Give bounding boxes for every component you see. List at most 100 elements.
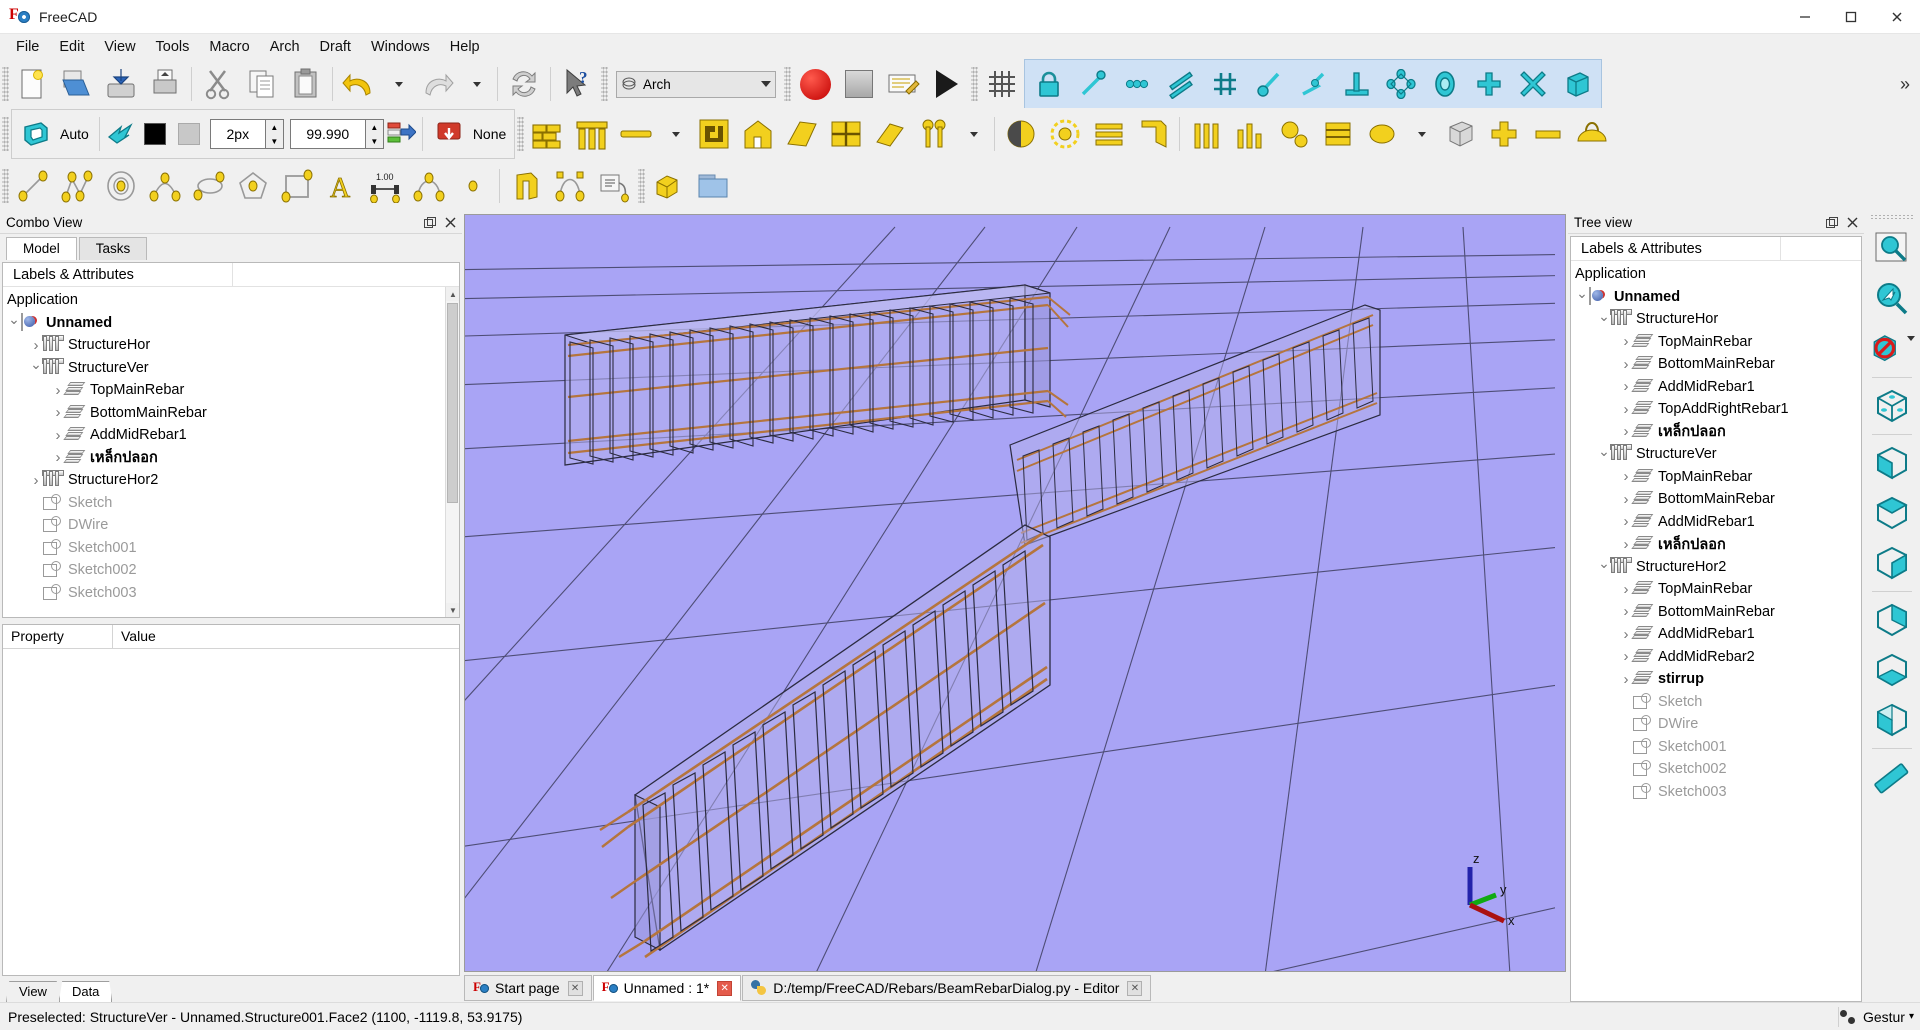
fit-all-button[interactable] — [1869, 224, 1915, 274]
scroll-up-arrow[interactable]: ▲ — [446, 287, 459, 301]
chevron-right-icon[interactable] — [51, 449, 65, 466]
draft-bspline-button[interactable] — [407, 164, 451, 208]
left-view-button[interactable] — [1869, 695, 1915, 745]
arch-truss-button[interactable] — [1228, 112, 1272, 156]
part-tools-grip[interactable] — [638, 169, 645, 203]
draft-snap-grip[interactable] — [2, 117, 9, 151]
macro-execute-button[interactable] — [925, 62, 969, 106]
toggle-grid-button[interactable] — [980, 62, 1024, 106]
arch-wall-button[interactable] — [526, 112, 570, 156]
tab-start-page[interactable]: F Start page ✕ — [464, 975, 592, 1001]
combo-view-tree-body[interactable]: Application Unnamed StructureHor Structure… — [3, 287, 459, 617]
arch-box-button[interactable] — [1438, 112, 1482, 156]
redo-button[interactable] — [415, 62, 459, 106]
float-panel-icon[interactable] — [1824, 215, 1840, 231]
fit-selection-button[interactable] — [1869, 274, 1915, 324]
tree-item-structurehor[interactable]: StructureHor — [1571, 308, 1861, 331]
maximize-button[interactable] — [1828, 0, 1874, 34]
arch-add-button[interactable] — [1482, 112, 1526, 156]
arch-frame-button[interactable] — [1131, 112, 1175, 156]
draft-rectangle-button[interactable] — [275, 164, 319, 208]
float-panel-icon[interactable] — [422, 215, 438, 231]
arch-pipe-dropdown[interactable] — [956, 112, 990, 156]
constrain-coincident-button[interactable] — [1071, 62, 1115, 106]
chevron-down-icon[interactable] — [7, 314, 21, 331]
chevron-right-icon[interactable] — [1619, 468, 1633, 485]
redo-dropdown[interactable] — [459, 62, 493, 106]
tab-model[interactable]: Model — [6, 237, 77, 260]
draft-dimension-button[interactable]: 1.00 — [363, 164, 407, 208]
chevron-right-icon[interactable] — [1619, 671, 1633, 688]
tree-item-structurehor2[interactable]: StructureHor2 — [1571, 556, 1861, 579]
refresh-button[interactable] — [502, 62, 546, 106]
chevron-right-icon[interactable] — [1619, 423, 1633, 440]
face-color-swatch[interactable] — [172, 112, 206, 156]
tree-item-topmainrebar[interactable]: TopMainRebar — [1571, 466, 1861, 489]
scroll-down-arrow[interactable]: ▼ — [446, 603, 459, 617]
open-document-button[interactable] — [55, 62, 99, 106]
tree-item-structurever[interactable]: StructureVer — [3, 357, 459, 380]
arch-equipment-button[interactable] — [1272, 112, 1316, 156]
undo-button[interactable] — [337, 62, 381, 106]
menu-draft[interactable]: Draft — [310, 36, 361, 58]
toolbar-grip[interactable] — [2, 67, 9, 101]
constrain-lock-button[interactable] — [1027, 62, 1071, 106]
minimize-button[interactable] — [1782, 0, 1828, 34]
chevron-down-icon[interactable] — [1597, 558, 1611, 575]
menu-windows[interactable]: Windows — [361, 36, 440, 58]
macro-edit-button[interactable] — [881, 62, 925, 106]
draft-shapestring-button[interactable] — [504, 164, 548, 208]
snap-arrow-button[interactable] — [104, 112, 138, 156]
menu-arch[interactable]: Arch — [260, 36, 310, 58]
arch-fence-button[interactable] — [1184, 112, 1228, 156]
draft-line-button[interactable] — [11, 164, 55, 208]
chevron-down-icon[interactable] — [1597, 311, 1611, 328]
view-toolbar-grip[interactable] — [1870, 214, 1914, 221]
tab-start-page-close[interactable]: ✕ — [567, 980, 583, 996]
copy-button[interactable] — [240, 62, 284, 106]
whats-this-button[interactable]: ? — [555, 62, 599, 106]
tree-item-[interactable]: เหล็กปลอก — [1571, 421, 1861, 444]
tree-item-bottommainrebar[interactable]: BottomMainRebar — [1571, 601, 1861, 624]
tree-item-topaddrightrebar1[interactable]: TopAddRightRebar1 — [1571, 398, 1861, 421]
constrain-delete-button[interactable] — [1511, 62, 1555, 106]
measure-button[interactable] — [1869, 752, 1915, 802]
tree-item-unnamed[interactable]: Unnamed — [1571, 286, 1861, 309]
chevron-right-icon[interactable] — [51, 382, 65, 399]
tree-item-bottommainrebar[interactable]: BottomMainRebar — [3, 402, 459, 425]
tree-item-topmainrebar[interactable]: TopMainRebar — [1571, 331, 1861, 354]
arch-building-button[interactable] — [736, 112, 780, 156]
tree-item-sketch001[interactable]: Sketch001 — [1571, 736, 1861, 759]
chevron-down-icon[interactable] — [1597, 446, 1611, 463]
tree-item-topmainrebar[interactable]: TopMainRebar — [3, 379, 459, 402]
draft-circle-button[interactable] — [99, 164, 143, 208]
draft-bezier-button[interactable] — [548, 164, 592, 208]
tree-item-addmidrebar1[interactable]: AddMidRebar1 — [1571, 376, 1861, 399]
arch-rebar-dropdown[interactable] — [658, 112, 692, 156]
transparency-stepper[interactable]: ▲ ▼ — [365, 119, 384, 149]
undo-dropdown[interactable] — [381, 62, 415, 106]
chevron-right-icon[interactable] — [29, 472, 43, 489]
arch-remove-button[interactable] — [1526, 112, 1570, 156]
close-panel-icon[interactable] — [442, 215, 458, 231]
draft-label-button[interactable] — [592, 164, 636, 208]
apply-style-button[interactable] — [384, 112, 418, 156]
tree-item-sketch002[interactable]: Sketch002 — [1571, 758, 1861, 781]
menu-file[interactable]: File — [6, 36, 49, 58]
print-button[interactable] — [143, 62, 187, 106]
tree-item-sketch[interactable]: Sketch — [1571, 691, 1861, 714]
menu-help[interactable]: Help — [440, 36, 490, 58]
chevron-right-icon[interactable] — [1619, 378, 1633, 395]
line-width-stepper[interactable]: ▲ ▼ — [265, 119, 284, 149]
tree-item-sketch003[interactable]: Sketch003 — [3, 582, 459, 605]
draft-point-button[interactable] — [451, 164, 495, 208]
macro-record-button[interactable] — [793, 62, 837, 106]
tree-item-bottommainrebar[interactable]: BottomMainRebar — [1571, 488, 1861, 511]
tree-item-[interactable]: เหล็กปลอก — [3, 447, 459, 470]
menu-view[interactable]: View — [94, 36, 145, 58]
chevron-down-icon[interactable] — [29, 359, 43, 376]
tab-unnamed-document-close[interactable]: ✕ — [717, 980, 733, 996]
arch-pipe-button[interactable] — [912, 112, 956, 156]
arch-profile-button[interactable] — [1316, 112, 1360, 156]
tree-item-structurehor[interactable]: StructureHor — [3, 334, 459, 357]
